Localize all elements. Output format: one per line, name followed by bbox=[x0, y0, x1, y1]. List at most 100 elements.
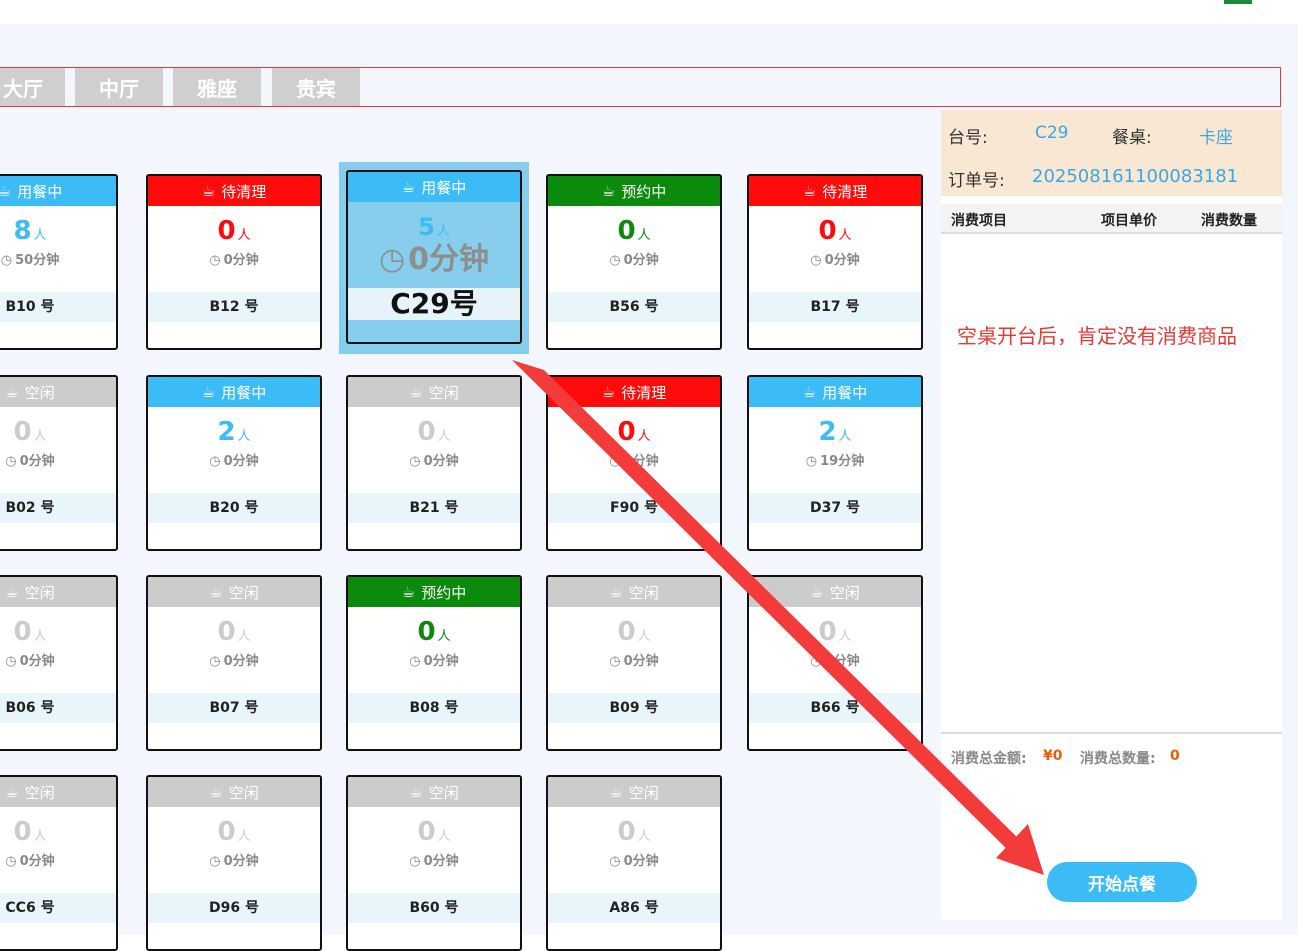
order-no-value: 202508161100083181 bbox=[1032, 166, 1239, 187]
clock-icon: ◷ bbox=[209, 253, 221, 268]
guest-count-value: 0 bbox=[818, 216, 837, 246]
guest-count: 0人 bbox=[548, 617, 720, 647]
duration-value: 0分钟 bbox=[408, 242, 490, 277]
table-card[interactable]: ☕ 待清理 0 人 ◷ 0分钟 B17 号 bbox=[747, 174, 923, 350]
dining-duration: ◷ 0分钟 bbox=[348, 650, 520, 669]
table-card[interactable]: ☕ 用餐中 2 人 ◷ 19分钟 D37 号 bbox=[747, 375, 923, 551]
guest-count-unit: 人 bbox=[33, 429, 47, 444]
guest-count-unit: 人 bbox=[237, 429, 251, 444]
cup-icon: ☕ bbox=[802, 383, 817, 401]
table-card[interactable]: ☕ 用餐中 2 人 ◷ 0分钟 B20 号 bbox=[146, 375, 322, 551]
guest-count-value: 0 bbox=[417, 617, 436, 647]
cup-icon: ☕ bbox=[601, 182, 616, 200]
tab-hall[interactable]: 大厅 bbox=[0, 68, 65, 106]
table-card[interactable]: ☕ 空闲 0 人 ◷ 0分钟 B07 号 bbox=[146, 575, 322, 751]
duration-value: 50分钟 bbox=[15, 253, 60, 268]
guest-count: 0人 bbox=[548, 216, 720, 246]
guest-count-value: 0 bbox=[417, 817, 436, 847]
guest-count-unit: 人 bbox=[838, 629, 852, 644]
table-number: B56 号 bbox=[548, 292, 720, 322]
guest-count: 0人 bbox=[148, 617, 320, 647]
clock-icon: ◷ bbox=[810, 654, 822, 669]
guest-count: 5人 bbox=[348, 212, 520, 242]
table-status-header: ☕ 待清理 bbox=[749, 176, 921, 206]
guest-count-value: 0 bbox=[417, 417, 436, 447]
guest-count-unit: 人 bbox=[637, 429, 651, 444]
table-status: 空闲 bbox=[24, 783, 55, 802]
tab-vip[interactable]: 贵宾 bbox=[272, 68, 360, 106]
table-card[interactable]: ☕ 用餐中 5 人 ◷ 0分钟 C29号 bbox=[346, 170, 522, 344]
table-card[interactable]: ☕ 空闲 0 人 ◷ 0分钟 B06 号 bbox=[0, 575, 118, 751]
cup-icon: ☕ bbox=[401, 178, 416, 196]
table-status-header: ☕ 空闲 bbox=[0, 377, 116, 407]
duration-value: 0分钟 bbox=[623, 854, 659, 869]
dining-duration: ◷ 0分钟 bbox=[148, 450, 320, 469]
guest-count-unit: 人 bbox=[637, 829, 651, 844]
guest-count-value: 2 bbox=[217, 417, 236, 447]
guest-count-unit: 人 bbox=[437, 429, 451, 444]
tab-middle-hall[interactable]: 中厅 bbox=[75, 68, 163, 106]
table-status: 用餐中 bbox=[221, 383, 267, 402]
table-no-value: C29 bbox=[1035, 123, 1069, 143]
table-status: 用餐中 bbox=[421, 178, 467, 197]
clock-icon: ◷ bbox=[409, 654, 421, 669]
table-card[interactable]: ☕ 空闲 0 人 ◷ 0分钟 B66 号 bbox=[747, 575, 923, 751]
table-card[interactable]: ☕ 空闲 0 人 ◷ 0分钟 B21 号 bbox=[346, 375, 522, 551]
table-status-header: ☕ 预约中 bbox=[348, 577, 520, 607]
dining-duration: ◷ 0分钟 bbox=[548, 850, 720, 869]
table-status-header: ☕ 用餐中 bbox=[749, 377, 921, 407]
table-card[interactable]: ☕ 空闲 0 人 ◷ 0分钟 B60 号 bbox=[346, 775, 522, 951]
table-number: B66 号 bbox=[749, 693, 921, 723]
table-status: 待清理 bbox=[221, 182, 267, 201]
guest-count-value: 0 bbox=[217, 617, 236, 647]
table-card[interactable]: ☕ 用餐中 8人 ◷50分钟 B10 号 bbox=[0, 174, 118, 350]
dining-duration: ◷ 0分钟 bbox=[548, 450, 720, 469]
empty-message: 空桌开台后，肯定没有消费商品 bbox=[957, 324, 1237, 348]
table-card[interactable]: ☕ 空闲 0 人 ◷ 0分钟 B02 号 bbox=[0, 375, 118, 551]
table-number: D96 号 bbox=[148, 893, 320, 923]
cup-icon: ☕ bbox=[609, 783, 623, 801]
cup-icon: ☕ bbox=[209, 583, 223, 601]
dining-duration: ◷ 0分钟 bbox=[348, 850, 520, 869]
table-status: 空闲 bbox=[428, 783, 459, 802]
table-card[interactable]: ☕ 待清理 0 人 ◷ 0分钟 F90 号 bbox=[546, 375, 722, 551]
start-order-button[interactable]: 开始点餐 bbox=[1047, 862, 1197, 902]
table-card[interactable]: ☕ 预约中 0 人 ◷ 0分钟 B56 号 bbox=[546, 174, 722, 350]
table-number: B21 号 bbox=[348, 493, 520, 523]
duration-value: 0分钟 bbox=[623, 253, 659, 268]
table-status: 预约中 bbox=[621, 182, 667, 201]
table-type-value: 卡座 bbox=[1199, 128, 1233, 148]
cup-icon: ☕ bbox=[201, 383, 216, 401]
guest-count-value: 0 bbox=[217, 817, 236, 847]
table-card[interactable]: ☕ 空闲 0 人 ◷ 0分钟 A86 号 bbox=[546, 775, 722, 951]
table-number: B06 号 bbox=[0, 693, 116, 723]
guest-count: 0人 bbox=[148, 817, 320, 847]
table-card[interactable]: ☕ 空闲 0 人 ◷ 0分钟 CC6 号 bbox=[0, 775, 118, 951]
table-number: B60 号 bbox=[348, 893, 520, 923]
totals-bar: 消费总金额: ¥0 消费总数量: 0 bbox=[941, 732, 1282, 782]
guest-count-value: 5 bbox=[418, 213, 435, 241]
clock-icon: ◷ bbox=[409, 854, 421, 869]
guest-count: 0人 bbox=[348, 617, 520, 647]
guest-count-unit: 人 bbox=[838, 429, 852, 444]
table-card[interactable]: ☕ 预约中 0 人 ◷ 0分钟 B08 号 bbox=[346, 575, 522, 751]
table-card[interactable]: ☕ 空闲 0 人 ◷ 0分钟 D96 号 bbox=[146, 775, 322, 951]
clock-icon: ◷ bbox=[209, 454, 221, 469]
table-status-header: ☕ 空闲 bbox=[348, 377, 520, 407]
clock-icon: ◷ bbox=[609, 454, 621, 469]
table-number: B02 号 bbox=[0, 493, 116, 523]
cup-icon: ☕ bbox=[209, 783, 223, 801]
table-card[interactable]: ☕ 待清理 0 人 ◷ 0分钟 B12 号 bbox=[146, 174, 322, 350]
table-status-header: ☕ 用餐中 bbox=[0, 176, 116, 206]
duration-value: 0分钟 bbox=[19, 654, 55, 669]
tab-booth[interactable]: 雅座 bbox=[173, 68, 261, 106]
table-status: 待清理 bbox=[621, 383, 667, 402]
guest-count-unit: 人 bbox=[237, 228, 251, 243]
table-card[interactable]: ☕ 空闲 0 人 ◷ 0分钟 B09 号 bbox=[546, 575, 722, 751]
dining-duration: ◷ 19分钟 bbox=[749, 450, 921, 469]
cup-icon: ☕ bbox=[5, 383, 19, 401]
duration-value: 0分钟 bbox=[824, 253, 860, 268]
guest-count: 0人 bbox=[348, 817, 520, 847]
guest-count: 0人 bbox=[0, 817, 116, 847]
clock-icon: ◷ bbox=[609, 654, 621, 669]
